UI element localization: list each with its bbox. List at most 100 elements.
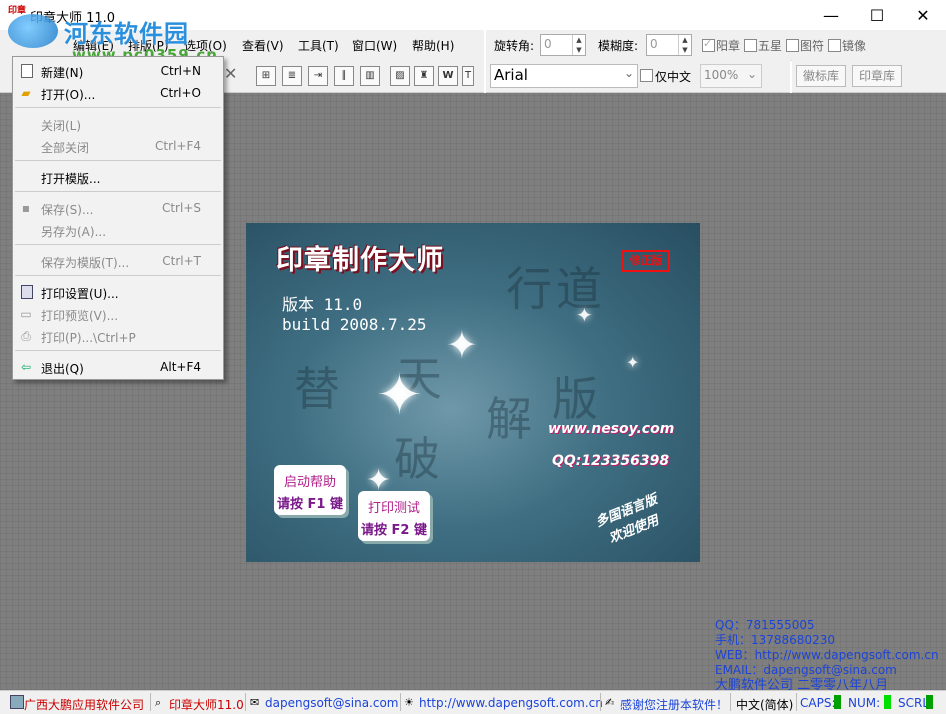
- chevron-down-icon[interactable]: ⌄: [747, 67, 757, 81]
- calligraphy-char: 版: [552, 372, 598, 426]
- menu-separator: [15, 107, 221, 108]
- menu-tools[interactable]: 工具(T): [298, 37, 339, 54]
- zoom-select[interactable]: 100% ⌄: [700, 64, 762, 88]
- menu-item-label: 打印设置(U)...: [41, 287, 119, 301]
- splash-screen[interactable]: 替 天 行 道 破 解 版 ✦ ✦ ✦ ✦ ✦ 印章制作大师 修正版 版本 11…: [246, 223, 700, 562]
- blur-spinner[interactable]: 0 ▲ ▼: [646, 34, 692, 56]
- blur-value: 0: [650, 37, 658, 51]
- stamp-icon[interactable]: ♜: [414, 66, 434, 86]
- only-chinese-checkbox[interactable]: [640, 69, 653, 82]
- menu-item-label: 打开(O)...: [41, 88, 96, 102]
- status-separator: [245, 693, 246, 711]
- close-button[interactable]: ✕: [900, 0, 946, 30]
- menu-window[interactable]: 窗口(W): [352, 37, 397, 54]
- status-separator: [600, 693, 601, 711]
- delete-icon[interactable]: ✕: [224, 64, 237, 83]
- status-separator: [150, 693, 151, 711]
- menu-item-shortcut: Ctrl+T: [162, 254, 201, 268]
- status-ime: 中文(简体): [736, 698, 794, 712]
- tab-logo-library[interactable]: 徽标库: [796, 65, 847, 87]
- menu-item-save-template[interactable]: 保存为模版(T)... Ctrl+T: [13, 250, 223, 272]
- mirror-checkbox[interactable]: [828, 39, 841, 52]
- splash-version: 版本 11.0: [282, 295, 363, 314]
- star-decoration-icon: ✦: [376, 363, 423, 428]
- symbol-checkbox[interactable]: [786, 39, 799, 52]
- new-icon: [21, 64, 33, 78]
- exit-icon: ⇦: [20, 360, 32, 374]
- menu-separator: [15, 275, 221, 276]
- bar-icon[interactable]: ▥: [360, 66, 380, 86]
- rotate-label: 旋转角:: [494, 39, 535, 53]
- menu-view[interactable]: 查看(V): [242, 37, 284, 54]
- print-icon: ⎙: [21, 329, 31, 343]
- font-value: Arial: [494, 66, 528, 84]
- image-icon[interactable]: ▨: [390, 66, 410, 86]
- print-test-button[interactable]: 打印测试 请按 F2 键: [358, 491, 430, 541]
- menu-item-shortcut: Ctrl+F4: [155, 139, 201, 153]
- menu-separator: [15, 160, 221, 161]
- menu-item-new[interactable]: 新建(N) Ctrl+N: [13, 60, 223, 82]
- watermark-logo-icon: [8, 14, 58, 48]
- status-caps-label: CAPS:: [800, 696, 836, 710]
- tab-stamp-library[interactable]: 印章库: [852, 65, 903, 87]
- align-icon[interactable]: ⊞: [256, 66, 276, 86]
- chevron-down-icon[interactable]: ⌄: [624, 66, 634, 80]
- stamp-options-bar: 旋转角: 0 ▲▼ 模糊度: 0 ▲▼ 阳章 五星 图符 镜像: [486, 30, 946, 61]
- status-email[interactable]: dapengsoft@sina.com: [265, 696, 399, 710]
- help-button-line1: 启动帮助: [283, 475, 336, 490]
- status-url[interactable]: http://www.dapengsoft.com.cn: [419, 696, 603, 710]
- menu-item-print-preview[interactable]: ▭ 打印预览(V)...: [13, 303, 223, 325]
- open-folder-icon: ▰: [21, 86, 31, 100]
- menu-item-close[interactable]: 关闭(L): [13, 113, 223, 135]
- register-icon: ✍: [605, 696, 615, 709]
- menu-item-label: 打开模版...: [41, 172, 101, 186]
- spinner-arrows-icon[interactable]: ▲ ▼: [678, 35, 691, 55]
- menu-item-save-as[interactable]: 另存为(A)...: [13, 219, 223, 241]
- status-separator: [400, 693, 401, 711]
- spinner-arrows-icon[interactable]: ▲ ▼: [572, 35, 585, 55]
- menu-item-exit[interactable]: ⇦ 退出(Q) Alt+F4: [13, 356, 223, 378]
- word-icon[interactable]: W: [438, 66, 458, 86]
- menu-item-open-template[interactable]: 打开模版...: [13, 166, 223, 188]
- splash-website: www.nesoy.com: [548, 421, 675, 437]
- menu-help[interactable]: 帮助(H): [412, 37, 454, 54]
- menu-item-save[interactable]: ▪ 保存(S)... Ctrl+S: [13, 197, 223, 219]
- text-icon[interactable]: T: [462, 66, 474, 86]
- menu-item-label: 另存为(A)...: [41, 225, 107, 239]
- menu-separator: [15, 350, 221, 351]
- menu-item-print[interactable]: ⎙ 打印(P)...\Ctrl+P: [13, 325, 223, 347]
- help-button-line2: 请按 F1 键: [277, 497, 343, 512]
- minimize-button[interactable]: —: [808, 0, 854, 30]
- indent-icon[interactable]: ⇥: [308, 66, 328, 86]
- help-button[interactable]: 启动帮助 请按 F1 键: [274, 465, 346, 515]
- font-select[interactable]: Arial ⌄: [490, 64, 638, 88]
- status-num-label: NUM:: [848, 696, 881, 710]
- status-separator: [730, 693, 731, 711]
- five-star-checkbox[interactable]: [744, 39, 757, 52]
- splash-qq: QQ:123356398: [552, 453, 670, 469]
- zoom-value: 100%: [704, 68, 739, 82]
- status-company: 广西大鹏应用软件公司: [24, 698, 145, 712]
- attachment-icon: ⌕: [155, 696, 162, 709]
- only-chinese-label: 仅中文: [655, 70, 692, 84]
- five-star-label: 五星: [758, 39, 783, 53]
- file-menu: 新建(N) Ctrl+N ▰ 打开(O)... Ctrl+O 关闭(L) 全部关…: [12, 56, 224, 380]
- yang-stamp-checkbox[interactable]: [702, 37, 715, 52]
- text-layout-icon[interactable]: ≣: [282, 66, 302, 86]
- rotate-spinner[interactable]: 0 ▲ ▼: [540, 34, 586, 56]
- splash-build: build 2008.7.25: [282, 315, 427, 334]
- maximize-button[interactable]: ☐: [854, 0, 900, 30]
- watermark-title: 河东软件园: [64, 20, 189, 48]
- mirror-label: 镜像: [842, 39, 867, 53]
- calligraphy-char: 行: [506, 262, 552, 316]
- menu-item-label: 打印(P)...\Ctrl+P: [41, 331, 136, 345]
- menu-item-close-all[interactable]: 全部关闭 Ctrl+F4: [13, 135, 223, 157]
- mail-icon: ✉: [250, 696, 260, 709]
- star-decoration-icon: ✦: [446, 323, 478, 367]
- print-setup-icon: [21, 285, 33, 299]
- save-icon: ▪: [21, 201, 31, 215]
- rotate-value: 0: [544, 37, 552, 51]
- menu-item-print-setup[interactable]: 打印设置(U)...: [13, 281, 223, 303]
- vertical-text-icon[interactable]: ∥: [334, 66, 354, 86]
- menu-item-open[interactable]: ▰ 打开(O)... Ctrl+O: [13, 82, 223, 104]
